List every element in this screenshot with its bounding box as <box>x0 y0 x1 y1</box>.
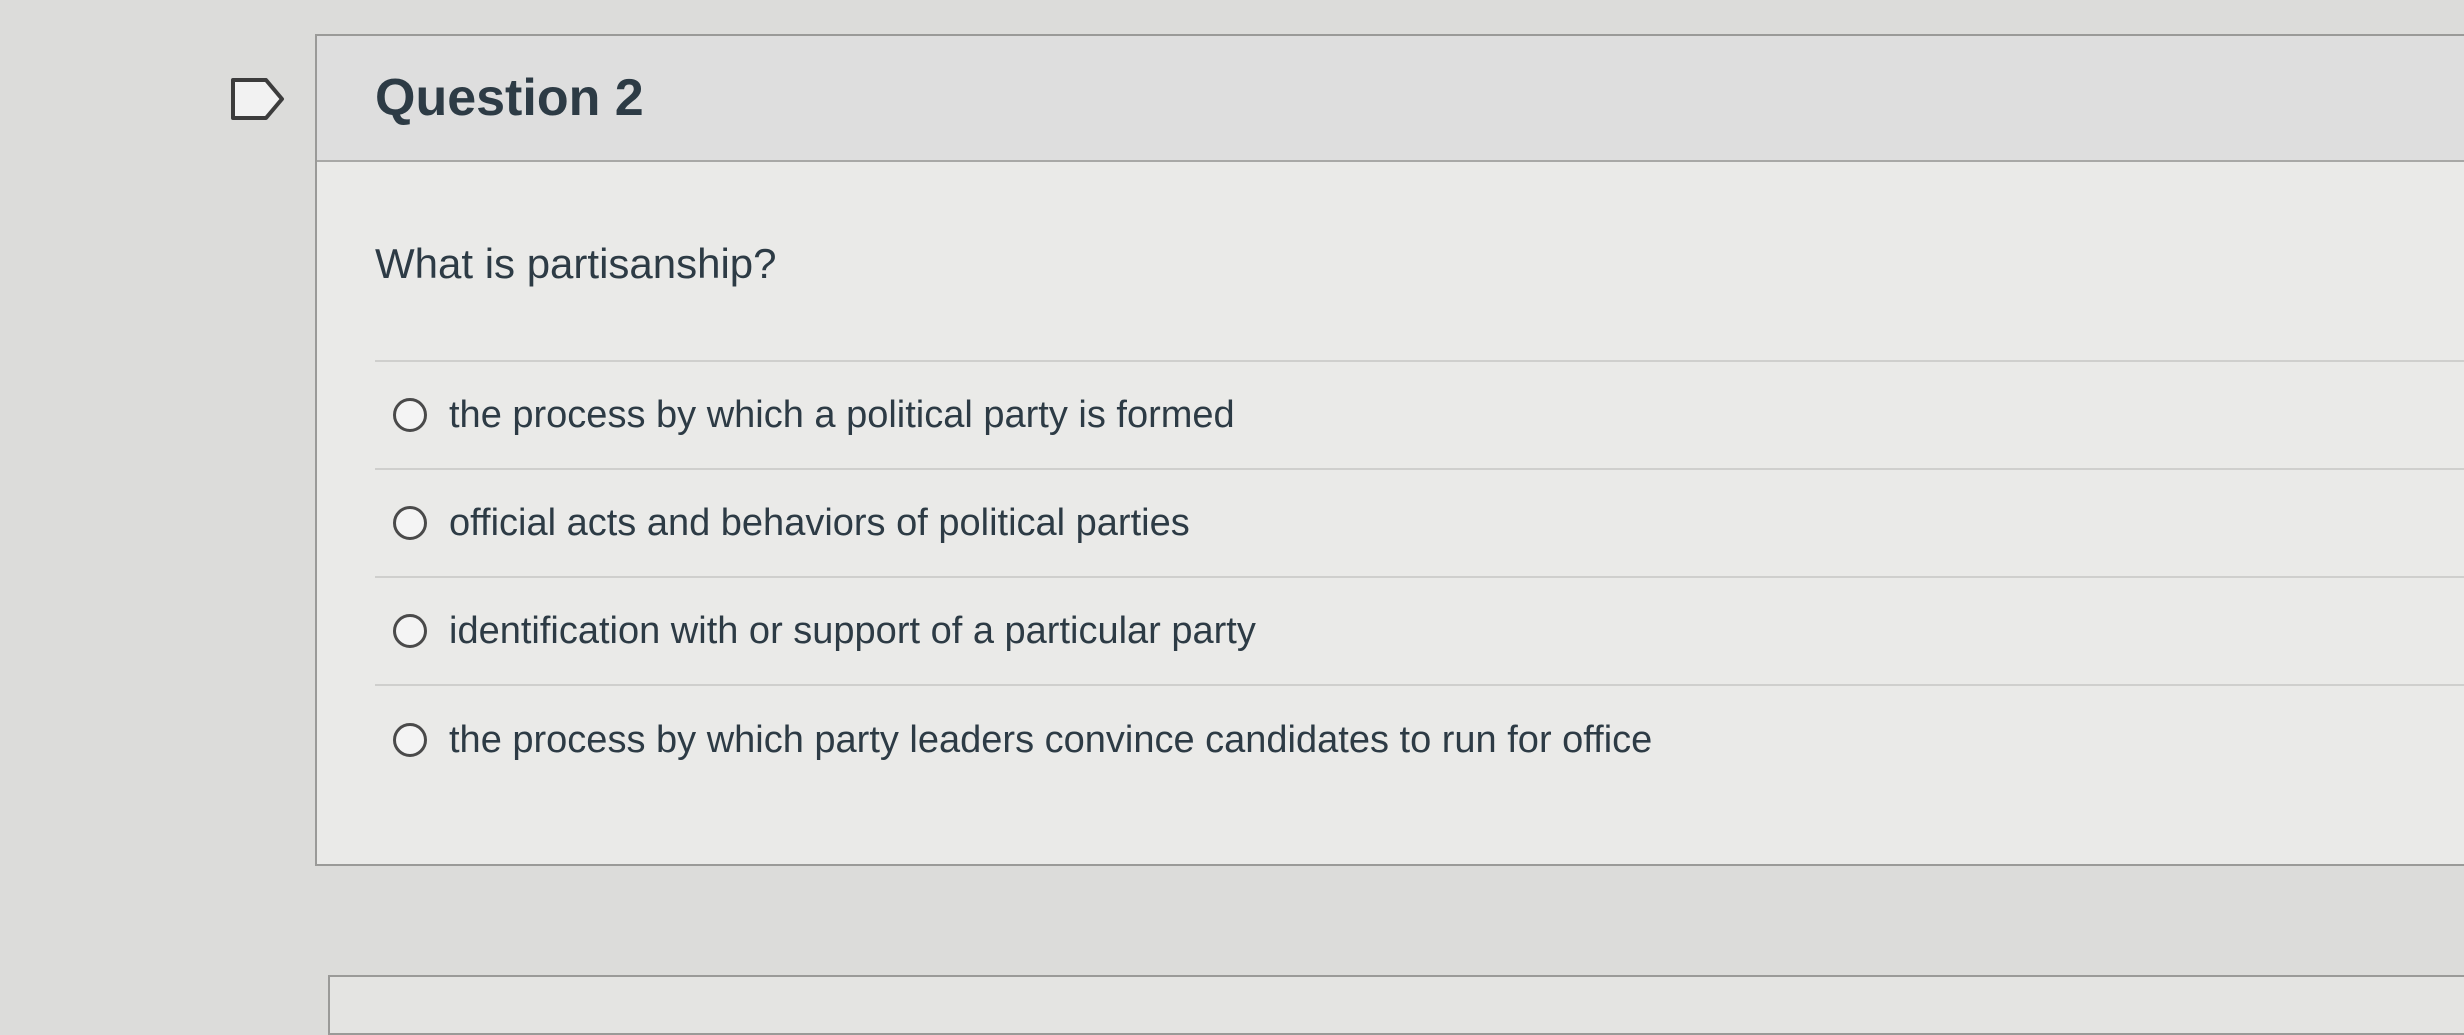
question-prompt: What is partisanship? <box>375 240 777 287</box>
radio-button[interactable] <box>393 723 427 757</box>
answer-label[interactable]: the process by which party leaders convi… <box>449 719 1652 762</box>
next-question-card <box>328 975 2464 1035</box>
radio-button[interactable] <box>393 614 427 648</box>
answer-list: the process by which a political party i… <box>375 360 2464 794</box>
answer-option[interactable]: the process by which party leaders convi… <box>375 686 2464 794</box>
flag-question-icon[interactable] <box>230 77 286 121</box>
answer-option[interactable]: official acts and behaviors of political… <box>375 470 2464 578</box>
question-header: Question 2 <box>317 36 2464 162</box>
question-card: Question 2 What is partisanship? the pro… <box>315 34 2464 866</box>
answer-label[interactable]: identification with or support of a part… <box>449 610 1256 653</box>
question-body: What is partisanship? the process by whi… <box>317 240 2464 794</box>
radio-button[interactable] <box>393 398 427 432</box>
answer-option[interactable]: identification with or support of a part… <box>375 578 2464 686</box>
question-title: Question 2 <box>375 69 644 127</box>
answer-option[interactable]: the process by which a political party i… <box>375 362 2464 470</box>
answer-label[interactable]: official acts and behaviors of political… <box>449 502 1190 545</box>
radio-button[interactable] <box>393 506 427 540</box>
answer-label[interactable]: the process by which a political party i… <box>449 394 1235 437</box>
